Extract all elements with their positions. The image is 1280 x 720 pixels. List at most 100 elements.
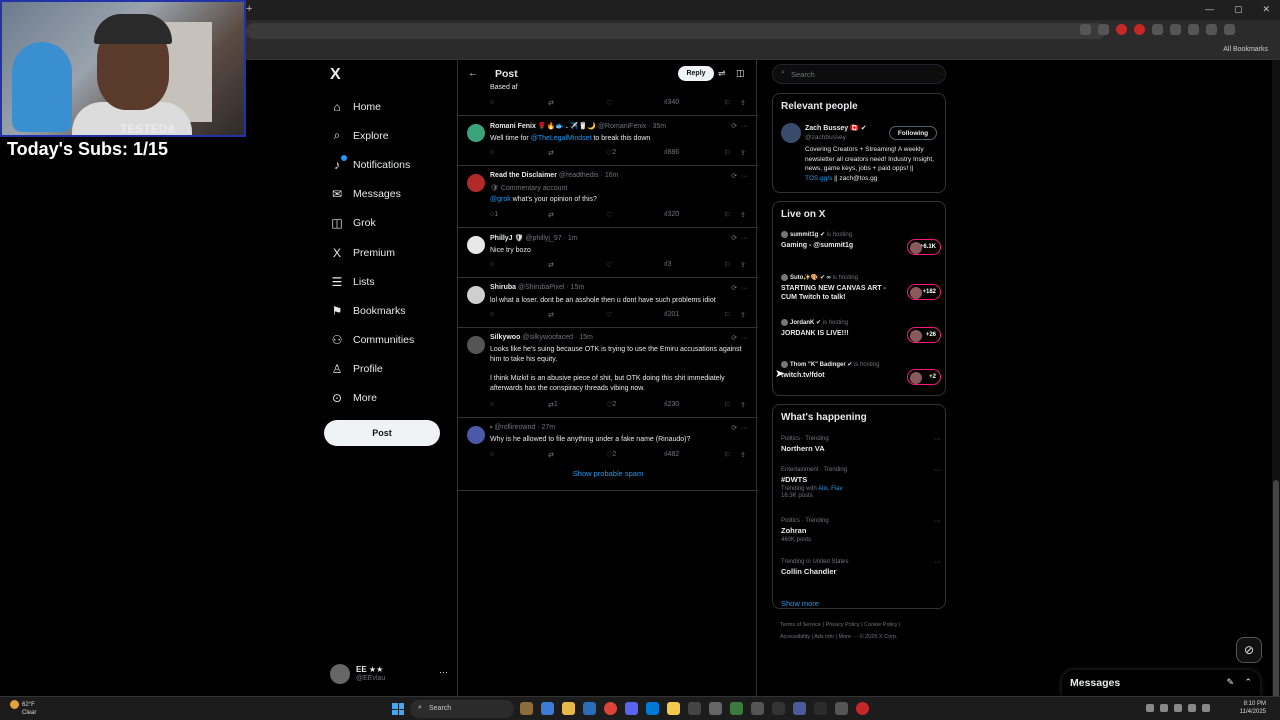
discord-icon[interactable] <box>625 702 638 715</box>
following-button[interactable]: Following <box>889 126 937 140</box>
bio-link[interactable]: TOS.gg/s <box>805 175 832 182</box>
post-button[interactable]: Post <box>324 420 440 446</box>
share-icon[interactable]: ⇪ <box>740 451 746 459</box>
bookmark-icon[interactable]: ⚐ <box>724 99 730 107</box>
repost-icon[interactable]: ⇄ 1 <box>548 401 558 409</box>
footer-line[interactable]: Accessibility | Ads info | More ··· © 20… <box>780 631 950 643</box>
minimize-icon[interactable]: — <box>1205 4 1214 15</box>
reply-icon[interactable]: ○ <box>490 261 494 268</box>
app-icon[interactable] <box>772 702 785 715</box>
nav-notifications[interactable]: ♪ Notifications <box>330 150 414 179</box>
tray-icon[interactable] <box>1160 704 1168 712</box>
tweet-menu[interactable]: ⟳ ··· <box>731 172 748 180</box>
nav-bookmarks[interactable]: ⚑ Bookmarks <box>330 296 414 325</box>
repost-icon[interactable]: ⇄ <box>548 451 554 459</box>
trend-item[interactable]: Politics · Trending Zohran 460K posts ··… <box>781 518 941 543</box>
messages-drawer[interactable]: Messages ✎ ⌃ <box>1062 670 1260 696</box>
nav-profile[interactable]: ♙ Profile <box>330 355 414 384</box>
close-icon[interactable]: ✕ <box>1262 4 1270 15</box>
tweet-row[interactable]: - @rollinrownd · 27m ⟳ ··· Why is he all… <box>458 417 758 463</box>
footer-line[interactable]: Terms of Service | Privacy Policy | Cook… <box>780 619 950 631</box>
avatar[interactable] <box>467 336 485 354</box>
more-dots-icon[interactable]: ··· <box>934 518 941 525</box>
extension-icon[interactable] <box>1152 24 1163 35</box>
search-input[interactable]: ⌕ Search <box>772 64 946 84</box>
nav-premium[interactable]: X Premium <box>330 238 414 267</box>
all-bookmarks-button[interactable]: All Bookmarks <box>1223 46 1268 53</box>
more-dots-icon[interactable]: ··· <box>934 467 941 474</box>
app-icon[interactable] <box>793 702 806 715</box>
windows-start-icon[interactable] <box>392 703 404 715</box>
live-listener-count[interactable]: +2 <box>907 369 941 385</box>
avatar[interactable] <box>781 123 801 143</box>
app-icon[interactable] <box>856 702 869 715</box>
mail-icon[interactable] <box>646 702 659 715</box>
avatar[interactable] <box>467 174 485 192</box>
like-icon[interactable]: ♡ 2 <box>606 149 616 157</box>
tweet-menu[interactable]: ⟳ ··· <box>731 122 748 130</box>
views-icon[interactable]: ıl 482 <box>664 451 679 458</box>
reply-icon[interactable]: ○ <box>490 149 494 156</box>
reply-icon[interactable]: ○ 1 <box>490 211 498 218</box>
app-icon[interactable] <box>751 702 764 715</box>
scrollbar-thumb[interactable] <box>1273 480 1279 710</box>
views-icon[interactable]: ıl 3 <box>664 261 671 268</box>
profile-avatar[interactable] <box>1206 24 1217 35</box>
like-icon[interactable]: ♡ <box>606 261 612 269</box>
weather-widget[interactable]: 62°F Clear <box>10 700 36 717</box>
chevron-up-icon[interactable]: ⌃ <box>1244 677 1252 688</box>
reply-button[interactable]: Reply <box>678 66 714 81</box>
reply-icon[interactable]: ○ <box>490 311 494 318</box>
nav-more[interactable]: ⊙ More <box>330 384 414 413</box>
reply-icon[interactable]: ○ <box>490 451 494 458</box>
repost-icon[interactable]: ⇄ <box>548 311 554 319</box>
app-icon[interactable] <box>541 702 554 715</box>
more-dots-icon[interactable]: ··· <box>439 667 448 677</box>
live-item[interactable]: Suto✨🎨 ✔ ∞ is hosting STARTING NEW CANVA… <box>781 274 941 302</box>
expand-panel-icon[interactable]: ◫ <box>736 68 745 79</box>
new-tab-button[interactable]: + <box>246 3 252 15</box>
bookmark-icon[interactable]: ⚐ <box>724 261 730 269</box>
views-icon[interactable]: ıl 340 <box>664 99 679 106</box>
app-icon[interactable] <box>730 702 743 715</box>
reply-icon[interactable]: ○ <box>490 401 494 408</box>
nav-communities[interactable]: ⚇ Communities <box>330 326 415 355</box>
bookmark-icon[interactable]: ⚐ <box>724 211 730 219</box>
trend-item[interactable]: Entertainment · Trending #DWTS Trending … <box>781 467 941 499</box>
avatar[interactable] <box>467 286 485 304</box>
bookmark-icon[interactable]: ⚐ <box>724 401 730 409</box>
mention-link[interactable]: @TheLegalMindset <box>531 135 592 142</box>
bookmark-icon[interactable]: ⚐ <box>724 149 730 157</box>
tweet-row[interactable]: PhillyJ 🛡 @phillyj_97 · 1m ⟳ ··· Nice tr… <box>458 227 758 277</box>
chrome-icon[interactable] <box>604 702 617 715</box>
filter-icon[interactable]: ⇌ <box>718 68 726 79</box>
share-icon[interactable]: ⇪ <box>740 211 746 219</box>
trend-item[interactable]: Trending in United States Collin Chandle… <box>781 559 941 576</box>
tweet-row[interactable]: Shiruba @ShirubaPixel · 15m ⟳ ··· lol wh… <box>458 277 758 327</box>
reply-icon[interactable]: ○ <box>490 99 494 106</box>
app-icon[interactable] <box>583 702 596 715</box>
more-dots-icon[interactable]: ··· <box>934 436 941 443</box>
tweet-menu[interactable]: ⟳ ··· <box>731 424 748 432</box>
tweet-menu[interactable]: ⟳ ··· <box>731 284 748 292</box>
tray-icon[interactable] <box>1202 704 1210 712</box>
grok-floating-button[interactable]: ⊘ <box>1236 637 1262 663</box>
like-icon[interactable]: ♡ 2 <box>606 451 616 459</box>
nav-messages[interactable]: ✉ Messages <box>330 180 414 209</box>
nav-explore[interactable]: ⌕ Explore <box>330 121 414 150</box>
extension-icon[interactable] <box>1134 24 1145 35</box>
repost-icon[interactable]: ⇄ <box>548 149 554 157</box>
share-icon[interactable]: ⇪ <box>740 311 746 319</box>
live-listener-count[interactable]: +6.1K <box>907 239 941 255</box>
show-probable-spam-link[interactable]: Show probable spam <box>458 469 758 478</box>
show-more-link[interactable]: Show more <box>781 599 819 608</box>
app-icon[interactable] <box>814 702 827 715</box>
app-icon[interactable] <box>667 702 680 715</box>
tray-icon[interactable] <box>1174 704 1182 712</box>
views-icon[interactable]: ıl 886 <box>664 149 679 156</box>
share-icon[interactable]: ⇪ <box>740 261 746 269</box>
repost-icon[interactable]: ⇄ <box>548 261 554 269</box>
mention-link[interactable]: @grok <box>490 196 511 203</box>
live-listener-count[interactable]: +182 <box>907 284 941 300</box>
share-icon[interactable]: ⇪ <box>740 99 746 107</box>
